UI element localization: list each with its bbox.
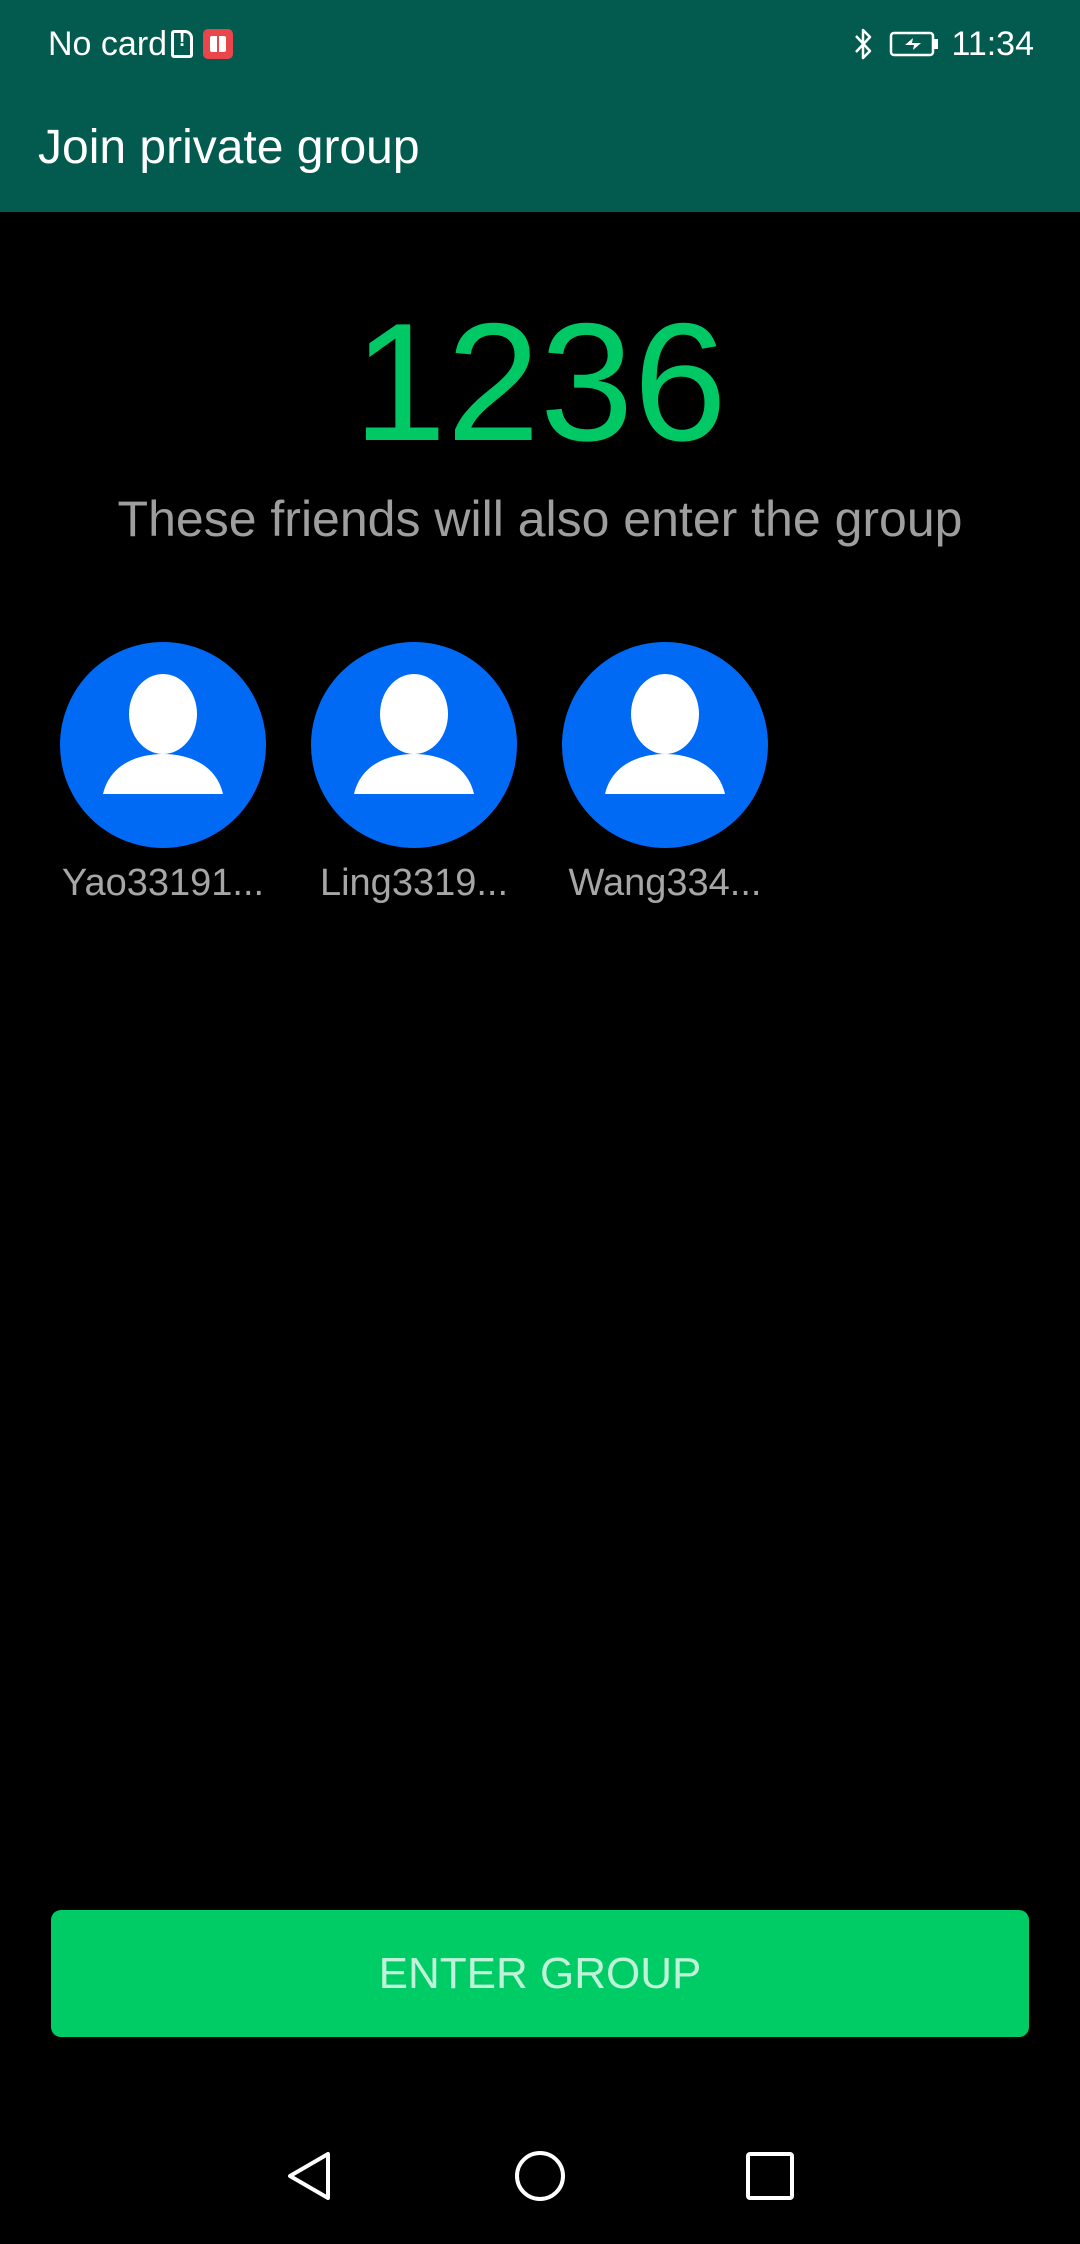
- friend-item: Wang334...: [562, 642, 768, 905]
- enter-group-button[interactable]: ENTER GROUP: [51, 1910, 1029, 2037]
- status-right: 11:34: [853, 22, 1034, 66]
- book-icon: [203, 29, 234, 59]
- status-bar: No card 11:34: [0, 0, 1080, 84]
- group-subtitle: These friends will also enter the group: [117, 491, 963, 547]
- group-number: 1236: [353, 288, 727, 476]
- friend-item: Yao33191...: [60, 642, 266, 905]
- avatar: [311, 642, 517, 848]
- bluetooth-icon: [855, 28, 872, 60]
- app-bar: Join private group: [0, 84, 1080, 212]
- avatar: [562, 642, 768, 848]
- friend-name: Wang334...: [568, 862, 762, 904]
- friends-list: Yao33191... Ling3319... Wang334...: [60, 642, 813, 905]
- back-icon[interactable]: [282, 2148, 338, 2204]
- home-icon[interactable]: [512, 2148, 568, 2204]
- sim-alert-icon: [171, 29, 194, 58]
- status-left: No card: [48, 22, 234, 66]
- friend-name: Ling3319...: [319, 862, 509, 904]
- person-icon: [605, 674, 725, 794]
- person-icon: [103, 674, 223, 794]
- friend-name: Yao33191...: [61, 862, 265, 904]
- friend-item: Ling3319...: [311, 642, 517, 905]
- recents-icon[interactable]: [742, 2148, 798, 2204]
- clock: 11:34: [951, 24, 1034, 63]
- avatar: [60, 642, 266, 848]
- navigation-bar: [0, 2100, 1080, 2244]
- battery-charging-icon: [890, 31, 939, 57]
- carrier-text: No card: [48, 24, 168, 63]
- person-icon: [354, 674, 474, 794]
- page-title: Join private group: [38, 121, 420, 174]
